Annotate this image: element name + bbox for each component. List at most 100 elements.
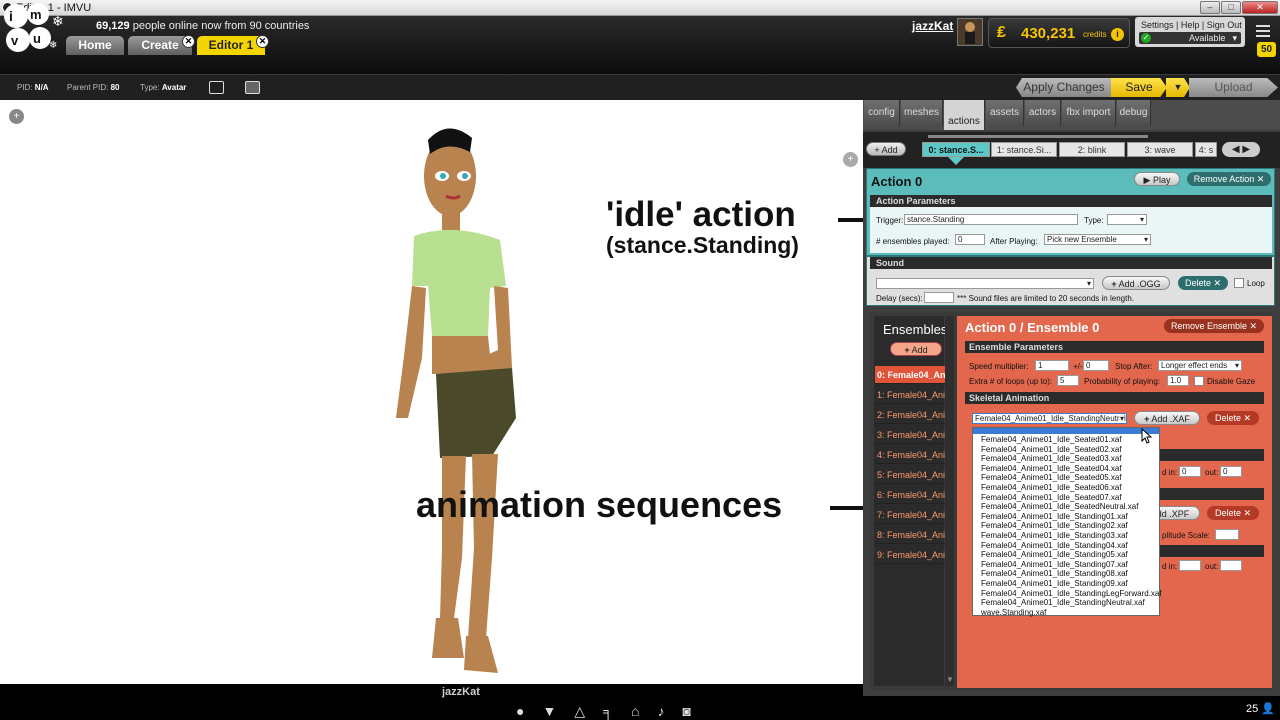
morph-blend-in-input[interactable] <box>1179 560 1201 571</box>
action-tab-4[interactable]: 4: s <box>1195 142 1217 157</box>
ensemble-item-5[interactable]: 5: Female04_Anim <box>875 466 945 484</box>
play-button[interactable]: ▶ Play <box>1134 172 1180 186</box>
dropdown-option[interactable]: Female04_Anime01_Idle_Standing07.xaf <box>981 560 1128 570</box>
tab-fbx-import[interactable]: fbx import <box>1062 100 1116 126</box>
account-links[interactable]: Settings | Help | Sign Out <box>1141 20 1242 30</box>
ensembles-scrollbar[interactable]: ▼ <box>945 316 954 686</box>
tab-config[interactable]: config <box>864 100 900 126</box>
skeletal-animation-select[interactable]: Female04_Anime01_Idle_StandingNeutral ▾ <box>972 413 1127 424</box>
ensemble-item-1[interactable]: 1: Female04_Anim <box>875 386 945 404</box>
add-ensemble-button[interactable]: + Add <box>890 342 942 356</box>
status-select[interactable]: ✓ Available ▾ <box>1139 32 1241 44</box>
tab-actors[interactable]: actors <box>1025 100 1061 126</box>
delete-xaf-button[interactable]: Delete ✕ <box>1207 411 1259 425</box>
ensemble-item-7[interactable]: 7: Female04_Anim <box>875 506 945 524</box>
tab-assets[interactable]: assets <box>986 100 1024 126</box>
viewport-settings-icon[interactable]: + <box>843 152 858 167</box>
tab-editor-1[interactable]: Editor 1 <box>197 36 265 55</box>
dropdown-option[interactable]: Female04_Anime01_Idle_Seated02.xaf <box>981 445 1122 455</box>
viewport-plus-icon[interactable]: + <box>9 109 24 124</box>
avatar-thumbnail[interactable] <box>957 18 983 46</box>
home-icon[interactable]: ⌂ <box>631 703 639 719</box>
delete-xpf-button[interactable]: Delete ✕ <box>1207 506 1259 520</box>
remove-ensemble-button[interactable]: Remove Ensemble ✕ <box>1164 319 1264 333</box>
skeletal-animation-dropdown-list[interactable]: Female04_Anime01_Idle_Seated01.xaf Female… <box>972 427 1162 618</box>
tab-meshes[interactable]: meshes <box>901 100 943 126</box>
blend-in-input[interactable]: 0 <box>1179 466 1201 477</box>
probability-input[interactable]: 1.0 <box>1167 375 1189 386</box>
apply-changes-button[interactable]: Apply Changes <box>1016 78 1112 97</box>
ensemble-item-6[interactable]: 6: Female04_Anim <box>875 486 945 504</box>
trigger-input[interactable]: stance.Standing <box>904 214 1078 225</box>
dropdown-option[interactable]: Female04_Anime01_Idle_Standing05.xaf <box>981 550 1128 560</box>
ensemble-item-3[interactable]: 3: Female04_Anim <box>875 426 945 444</box>
add-xaf-button[interactable]: + Add .XAF <box>1134 411 1200 425</box>
add-action-button[interactable]: + Add <box>866 142 906 156</box>
action-tab-2[interactable]: 2: blink <box>1059 142 1125 157</box>
chat-bubble-icon[interactable]: ● <box>516 703 524 719</box>
dropdown-option[interactable]: Female04_Anime01_Idle_Standing03.xaf <box>981 531 1128 541</box>
ensemble-item-8[interactable]: 8: Female04_Anim <box>875 526 945 544</box>
stop-after-select[interactable]: Longer effect ends ▾ <box>1158 360 1242 371</box>
close-window-button[interactable]: ✕ <box>1242 1 1278 14</box>
dropdown-option[interactable]: Female04_Anime01_Idle_Standing08.xaf <box>981 569 1128 579</box>
upload-button[interactable]: Upload <box>1189 78 1278 97</box>
ensemble-item-0[interactable]: 0: Female04_Ani <box>875 366 945 384</box>
imvu-logo[interactable]: i m v u ❄ ❄ <box>2 2 64 56</box>
after-playing-select[interactable]: Pick new Ensemble ▾ <box>1044 234 1151 245</box>
save-button[interactable]: Save <box>1111 78 1167 97</box>
minimize-button[interactable]: – <box>1200 1 1220 14</box>
disable-gaze-checkbox[interactable] <box>1194 376 1204 386</box>
action-tabs-scrollbar[interactable] <box>928 135 1148 138</box>
add-ogg-button[interactable]: + Add .OGG <box>1102 276 1170 290</box>
speed-variance-input[interactable]: 0 <box>1083 360 1109 371</box>
dropdown-option[interactable]: Female04_Anime01_Idle_Seated06.xaf <box>981 483 1122 493</box>
dropdown-option[interactable]: wave.Standing.xaf <box>981 608 1046 618</box>
amplitude-scale-input[interactable] <box>1215 529 1239 540</box>
notification-badge[interactable]: 50 <box>1257 42 1276 57</box>
shirt-icon[interactable]: ▼ <box>542 703 556 719</box>
dropdown-option[interactable]: Female04_Anime01_Idle_Seated05.xaf <box>981 473 1122 483</box>
tab-debug[interactable]: debug <box>1117 100 1151 126</box>
morph-blend-out-input[interactable] <box>1220 560 1242 571</box>
maximize-button[interactable]: □ <box>1221 1 1241 14</box>
ensemble-item-9[interactable]: 9: Female04_Anim <box>875 546 945 564</box>
dropdown-option[interactable]: Female04_Anime01_Idle_Standing01.xaf <box>981 512 1128 522</box>
dropdown-option[interactable]: Female04_Anime01_Idle_Seated04.xaf <box>981 464 1122 474</box>
ensemble-item-2[interactable]: 2: Female04_Anim <box>875 406 945 424</box>
action-tabs-scroll-arrows[interactable]: ◀ ▶ <box>1222 142 1260 157</box>
loop-checkbox[interactable] <box>1234 278 1244 288</box>
action-tab-3[interactable]: 3: wave <box>1127 142 1193 157</box>
windows-icon[interactable] <box>209 81 224 94</box>
hanger-icon[interactable]: △ <box>574 703 585 719</box>
extra-loops-input[interactable]: 5 <box>1057 375 1079 386</box>
music-icon[interactable]: ♪ <box>658 703 665 719</box>
close-create-tab-icon[interactable]: ✕ <box>182 35 195 48</box>
camera-icon[interactable]: ◙ <box>683 703 691 719</box>
dropdown-option[interactable]: Female04_Anime01_Idle_Standing09.xaf <box>981 579 1128 589</box>
dropdown-option[interactable]: Female04_Anime01_Idle_Standing04.xaf <box>981 541 1128 551</box>
sound-file-select[interactable]: ▾ <box>876 278 1094 289</box>
speed-input[interactable]: 1 <box>1035 360 1069 371</box>
dropdown-option[interactable]: Female04_Anime01_Idle_Seated03.xaf <box>981 454 1122 464</box>
username-link[interactable]: jazzKat <box>912 19 953 33</box>
tab-actions[interactable]: actions <box>944 100 985 130</box>
credits-box[interactable]: ₤ 430,231 credits i <box>988 18 1130 48</box>
action-tab-1[interactable]: 1: stance.Si... <box>991 142 1057 157</box>
delay-input[interactable] <box>924 292 954 303</box>
ensembles-played-input[interactable]: 0 <box>955 234 985 245</box>
credits-info-icon[interactable]: i <box>1111 28 1124 41</box>
chair-icon[interactable]: ╕ <box>603 703 613 719</box>
people-count[interactable]: 25 👤 <box>1246 702 1275 715</box>
folder-icon[interactable] <box>245 81 260 94</box>
menu-list-icon[interactable] <box>1256 24 1274 38</box>
dropdown-option[interactable]: Female04_Anime01_Idle_Standing02.xaf <box>981 521 1128 531</box>
dropdown-option[interactable]: Female04_Anime01_Idle_StandingLegForward… <box>981 589 1162 599</box>
close-editor-tab-icon[interactable]: ✕ <box>256 35 269 48</box>
ensemble-item-4[interactable]: 4: Female04_Anim <box>875 446 945 464</box>
dropdown-option[interactable]: Female04_Anime01_Idle_StandingNeutral.xa… <box>981 598 1145 608</box>
remove-action-button[interactable]: Remove Action ✕ <box>1187 172 1271 186</box>
dropdown-option[interactable]: Female04_Anime01_Idle_SeatedNeutral.xaf <box>981 502 1138 512</box>
delete-sound-button[interactable]: Delete ✕ <box>1178 276 1228 290</box>
dropdown-option[interactable]: Female04_Anime01_Idle_Seated07.xaf <box>981 493 1122 503</box>
